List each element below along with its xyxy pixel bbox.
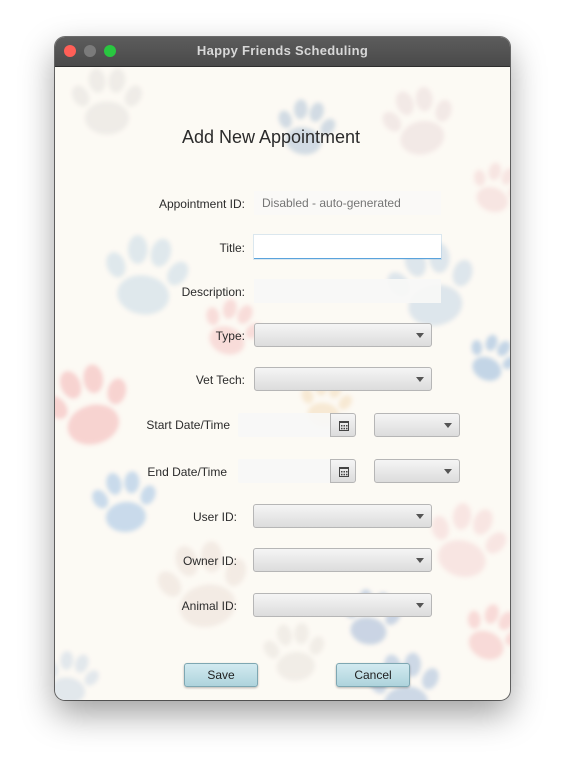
owner-id-dropdown[interactable]	[253, 548, 432, 572]
vet-tech-label: Vet Tech:	[195, 373, 245, 387]
vet-tech-dropdown[interactable]	[254, 367, 432, 391]
end-date-picker-button[interactable]	[330, 459, 356, 483]
animal-id-dropdown[interactable]	[253, 593, 432, 617]
page-title: Add New Appointment	[181, 127, 361, 147]
chevron-down-icon	[416, 333, 424, 338]
appointment-id-field	[254, 191, 441, 215]
chevron-down-icon	[444, 423, 452, 428]
title-bar[interactable]: Happy Friends Scheduling	[55, 37, 510, 67]
end-time-dropdown[interactable]	[374, 459, 460, 483]
window-content: Add New Appointment Appointment ID: Titl…	[55, 67, 510, 700]
title-input[interactable]	[254, 235, 441, 259]
end-datetime-label: End Date/Time	[147, 465, 227, 479]
end-date-input[interactable]	[238, 459, 330, 483]
start-time-dropdown[interactable]	[374, 413, 460, 437]
chevron-down-icon	[444, 469, 452, 474]
calendar-icon	[339, 421, 349, 431]
chevron-down-icon	[416, 377, 424, 382]
save-button[interactable]: Save	[184, 663, 258, 687]
start-datetime-label: Start Date/Time	[146, 418, 230, 432]
description-label: Description:	[181, 285, 245, 299]
type-label: Type:	[215, 329, 245, 343]
owner-id-label: Owner ID:	[182, 554, 237, 568]
type-dropdown[interactable]	[254, 323, 432, 347]
chevron-down-icon	[416, 603, 424, 608]
appointment-id-label: Appointment ID:	[158, 197, 245, 211]
app-window: Happy Friends Scheduling Add New Appoint…	[55, 37, 510, 700]
user-id-label: User ID:	[192, 510, 237, 524]
calendar-icon	[339, 467, 349, 477]
start-date-input[interactable]	[238, 413, 330, 437]
user-id-dropdown[interactable]	[253, 504, 432, 528]
description-input[interactable]	[254, 279, 441, 303]
cancel-button[interactable]: Cancel	[336, 663, 410, 687]
start-date-picker-button[interactable]	[330, 413, 356, 437]
title-label: Title:	[219, 241, 245, 255]
chevron-down-icon	[416, 558, 424, 563]
chevron-down-icon	[416, 514, 424, 519]
animal-id-label: Animal ID:	[181, 599, 237, 613]
add-appointment-form: Add New Appointment Appointment ID: Titl…	[55, 67, 510, 700]
window-title: Happy Friends Scheduling	[196, 43, 369, 58]
